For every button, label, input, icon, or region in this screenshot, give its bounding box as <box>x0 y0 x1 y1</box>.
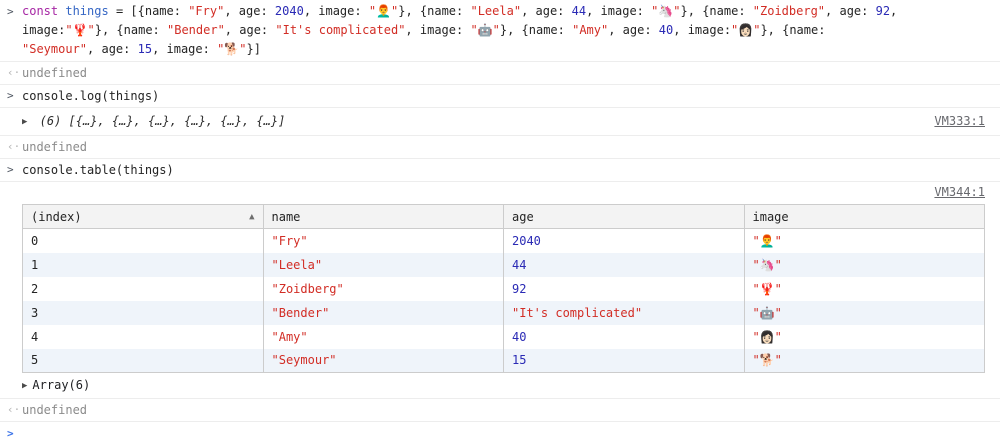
table-cell: "🤖" <box>744 301 985 325</box>
table-cell: "Amy" <box>263 325 504 349</box>
table-cell: "👨‍🦰" <box>744 229 985 253</box>
table-source-object: ▶ Array(6) <box>22 373 985 395</box>
console-entry-table-output: VM344:1 (index) ▲ name age image 0"Fry"2… <box>0 182 1000 399</box>
console-entry-log-command: > console.log(things) <box>0 85 1000 108</box>
table-cell: "Seymour" <box>263 349 504 373</box>
table-cell: 4 <box>23 325 264 349</box>
console-table: (index) ▲ name age image 0"Fry"2040"👨‍🦰"… <box>22 204 985 373</box>
table-cell: "Zoidberg" <box>263 277 504 301</box>
column-header-index[interactable]: (index) ▲ <box>23 205 264 229</box>
sort-ascending-icon: ▲ <box>249 209 254 225</box>
table-body: 0"Fry"2040"👨‍🦰"1"Leela"44"🦄"2"Zoidberg"9… <box>23 229 985 373</box>
column-header-label: (index) <box>31 209 82 225</box>
log-command-text: console.log(things) <box>22 89 159 103</box>
expand-array-icon[interactable]: ▶ <box>22 117 27 127</box>
table-cell: "👩🏻" <box>744 325 985 349</box>
result-undefined: undefined <box>22 403 87 417</box>
result-undefined: undefined <box>22 66 87 80</box>
table-cell: 2040 <box>504 229 745 253</box>
table-cell: 3 <box>23 301 264 325</box>
return-value-icon: ‹· <box>7 402 19 418</box>
source-link-vm344[interactable]: VM344:1 <box>934 185 985 199</box>
return-value-icon: ‹· <box>7 65 19 81</box>
expand-array-icon[interactable]: ▶ <box>22 381 27 391</box>
table-cell: 1 <box>23 253 264 277</box>
console-entry-result: ‹· undefined <box>0 62 1000 85</box>
array-preview[interactable]: (6) [{…}, {…}, {…}, {…}, {…}, {…}] <box>40 114 286 128</box>
command-chevron-icon: > <box>7 162 19 178</box>
table-row: 0"Fry"2040"👨‍🦰" <box>23 229 985 253</box>
table-cell: "Fry" <box>263 229 504 253</box>
input-expression: const things = [{name: "Fry", age: 2040,… <box>22 2 985 59</box>
result-undefined: undefined <box>22 140 87 154</box>
console-entry-table-command: > console.table(things) <box>0 159 1000 182</box>
table-cell: 44 <box>504 253 745 277</box>
console-entry-result: ‹· undefined <box>0 136 1000 159</box>
table-cell: 40 <box>504 325 745 349</box>
console-prompt[interactable]: > <box>0 422 1000 445</box>
table-row: 2"Zoidberg"92"🦞" <box>23 277 985 301</box>
table-row: 5"Seymour"15"🐕" <box>23 349 985 373</box>
table-row: 4"Amy"40"👩🏻" <box>23 325 985 349</box>
table-cell: 0 <box>23 229 264 253</box>
table-cell: 15 <box>504 349 745 373</box>
table-cell: "It's complicated" <box>504 301 745 325</box>
console-entry-input-command: > const things = [{name: "Fry", age: 204… <box>0 0 1000 62</box>
table-cell: 2 <box>23 277 264 301</box>
source-link-row: VM344:1 <box>22 185 985 202</box>
console-entry-log-output: ▶ (6) [{…}, {…}, {…}, {…}, {…}, {…}] VM3… <box>0 108 1000 136</box>
array-source-label[interactable]: Array(6) <box>32 378 90 392</box>
column-header-label: age <box>512 210 534 224</box>
column-header-name[interactable]: name <box>263 205 504 229</box>
table-cell: 92 <box>504 277 745 301</box>
source-link-vm333[interactable]: VM333:1 <box>934 113 985 129</box>
column-header-label: name <box>272 210 301 224</box>
console-entry-result: ‹· undefined <box>0 399 1000 422</box>
table-cell: "🐕" <box>744 349 985 373</box>
table-cell: "Bender" <box>263 301 504 325</box>
command-chevron-icon: > <box>7 88 19 104</box>
table-cell: 5 <box>23 349 264 373</box>
column-header-age[interactable]: age <box>504 205 745 229</box>
table-cell: "🦄" <box>744 253 985 277</box>
table-row: 3"Bender""It's complicated""🤖" <box>23 301 985 325</box>
table-command-text: console.table(things) <box>22 163 174 177</box>
table-row: 1"Leela"44"🦄" <box>23 253 985 277</box>
table-cell: "🦞" <box>744 277 985 301</box>
column-header-image[interactable]: image <box>744 205 985 229</box>
command-chevron-icon: > <box>7 2 19 21</box>
column-header-label: image <box>753 210 789 224</box>
return-value-icon: ‹· <box>7 139 19 155</box>
table-header-row: (index) ▲ name age image <box>23 205 985 229</box>
devtools-console: > const things = [{name: "Fry", age: 204… <box>0 0 1000 445</box>
table-cell: "Leela" <box>263 253 504 277</box>
